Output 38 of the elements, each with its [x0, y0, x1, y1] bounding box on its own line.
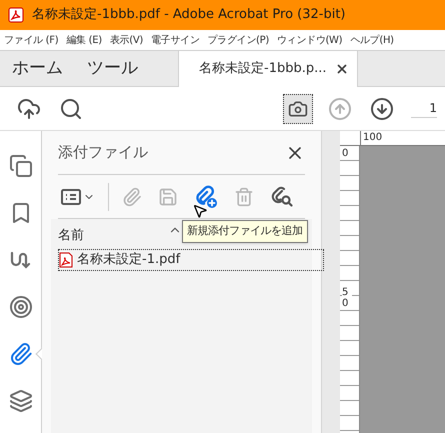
tooltip: 新規添付ファイルを追加 [182, 220, 308, 242]
menu-item[interactable]: プラグイン(P) [208, 32, 269, 48]
panel-title: 添付ファイル [58, 142, 148, 164]
menu-item[interactable]: 編集 (E) [66, 32, 102, 48]
column-header[interactable]: 名前 [58, 226, 84, 245]
camera-icon [288, 98, 308, 118]
menu-item[interactable]: ウィンドウ(W) [276, 32, 342, 48]
snapshot-button[interactable] [283, 94, 313, 124]
tab-label: 名称未設定-1bbb.p... [199, 60, 326, 78]
list-view-icon [61, 188, 81, 204]
arrow-up-icon [328, 96, 352, 120]
menu-item[interactable]: 電子サイン [151, 32, 200, 48]
layers-icon [8, 389, 32, 413]
close-icon[interactable] [334, 62, 348, 76]
upload-icon [17, 96, 41, 120]
nav-tab[interactable]: ホーム [0, 51, 75, 86]
arrow-down-icon [370, 96, 394, 120]
document-tab[interactable]: 名称未設定-1bbb.p... [178, 51, 358, 87]
target-icon [8, 295, 32, 319]
pdf-file-icon [59, 252, 73, 268]
save-icon [158, 186, 178, 206]
menu-item[interactable]: 表示(V) [110, 32, 143, 48]
paperclip-icon [122, 186, 142, 206]
search-icon [59, 96, 83, 120]
nav-tab[interactable]: ツール [75, 51, 150, 86]
menu-item[interactable]: ヘルプ(H) [350, 32, 394, 48]
trash-icon [234, 186, 254, 206]
ruler-label: 50 [342, 287, 352, 309]
file-name: 名称未設定-1.pdf [77, 251, 180, 270]
page-number-field[interactable]: 1 [411, 99, 437, 118]
menu-item[interactable]: ファイル (F) [4, 32, 58, 48]
window-title: 名称未設定-1bbb.pdf - Adobe Acrobat Pro (32-bit) [32, 6, 346, 24]
add-attachment-icon [194, 184, 218, 208]
attachment-search-icon [270, 184, 294, 208]
ruler-label: 100 [363, 132, 382, 143]
pages-icon [8, 154, 32, 178]
paperclip-icon [8, 342, 32, 366]
pdf-icon [8, 7, 24, 23]
